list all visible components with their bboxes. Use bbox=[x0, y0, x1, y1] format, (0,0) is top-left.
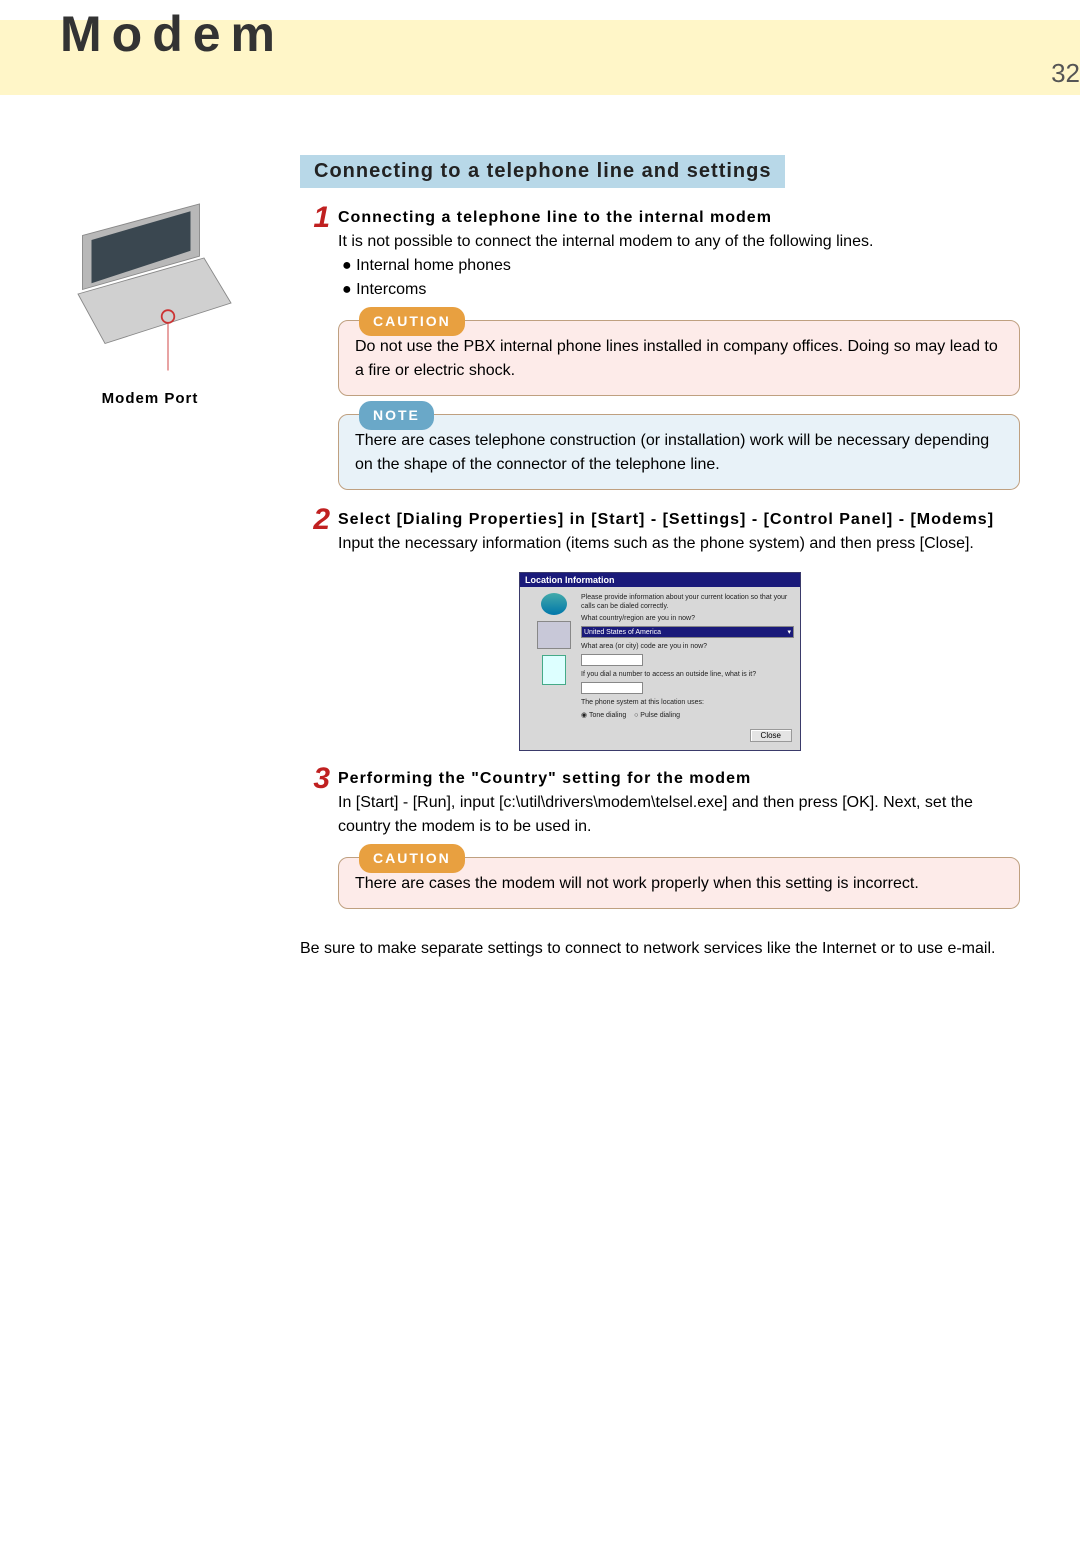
tone-dialing-radio[interactable]: ◉ Tone dialing bbox=[581, 712, 626, 719]
content-area: Modem Port Connecting to a telephone lin… bbox=[0, 155, 1080, 961]
main-column: Connecting to a telephone line and setti… bbox=[300, 155, 1080, 961]
dialog-q-country: What country/region are you in now? bbox=[581, 614, 794, 623]
caution-text: Do not use the PBX internal phone lines … bbox=[355, 338, 998, 379]
chevron-down-icon: ▾ bbox=[787, 628, 791, 636]
note-box: NOTE There are cases telephone construct… bbox=[338, 414, 1020, 490]
caution-label: CAUTION bbox=[359, 307, 465, 336]
dialog-form: Please provide information about your cu… bbox=[581, 593, 794, 719]
figure-column: Modem Port bbox=[0, 155, 300, 961]
header-bar: Modem 32 bbox=[0, 20, 1080, 95]
dialog-title-bar: Location Information bbox=[520, 573, 800, 587]
outside-line-input[interactable] bbox=[581, 682, 643, 694]
dialog-q-areacode: What area (or city) code are you in now? bbox=[581, 642, 794, 651]
step-body: Connecting a telephone line to the inter… bbox=[338, 206, 1020, 302]
country-select[interactable]: United States of America ▾ bbox=[581, 626, 794, 638]
step-title: Select [Dialing Properties] in [Start] -… bbox=[338, 508, 1020, 532]
dialog-footer: Close bbox=[520, 725, 800, 750]
step-2: 2 Select [Dialing Properties] in [Start]… bbox=[300, 508, 1020, 556]
figure-caption: Modem Port bbox=[60, 390, 240, 407]
close-button[interactable]: Close bbox=[750, 729, 792, 742]
computer-icon bbox=[537, 621, 571, 649]
closing-paragraph: Be sure to make separate settings to con… bbox=[300, 937, 1020, 961]
caution-label: CAUTION bbox=[359, 844, 465, 873]
step-body: Select [Dialing Properties] in [Start] -… bbox=[338, 508, 1020, 556]
area-code-input[interactable] bbox=[581, 654, 643, 666]
step-number: 1 bbox=[300, 206, 338, 302]
dialog-instructions: Please provide information about your cu… bbox=[581, 593, 794, 611]
dialog-body: Please provide information about your cu… bbox=[520, 587, 800, 725]
page-title: Modem bbox=[60, 5, 285, 63]
step-title: Connecting a telephone line to the inter… bbox=[338, 206, 1020, 230]
step-3: 3 Performing the "Country" setting for t… bbox=[300, 767, 1020, 839]
globe-icon bbox=[541, 593, 567, 615]
caution-text: There are cases the modem will not work … bbox=[355, 875, 919, 892]
section-heading: Connecting to a telephone line and setti… bbox=[300, 155, 785, 188]
page-number: 32 bbox=[1051, 58, 1080, 89]
bullet-item: ● Intercoms bbox=[342, 278, 1020, 302]
country-select-value: United States of America bbox=[584, 629, 661, 636]
laptop-illustration bbox=[60, 195, 240, 375]
manual-page: Modem 32 Modem Port Connecting to a tele… bbox=[0, 20, 1080, 1548]
step-intro: It is not possible to connect the intern… bbox=[338, 230, 1020, 254]
bullet-item: ● Internal home phones bbox=[342, 254, 1020, 278]
pulse-dialing-radio[interactable]: ○ Pulse dialing bbox=[634, 712, 680, 719]
dialog-q-outside-line: If you dial a number to access an outsid… bbox=[581, 670, 794, 679]
step-title: Performing the "Country" setting for the… bbox=[338, 767, 1020, 791]
note-label: NOTE bbox=[359, 401, 434, 430]
step-body: Performing the "Country" setting for the… bbox=[338, 767, 1020, 839]
caution-box: CAUTION There are cases the modem will n… bbox=[338, 857, 1020, 909]
dialog-location-information: Location Information Please provide info… bbox=[519, 572, 801, 751]
step-number: 3 bbox=[300, 767, 338, 839]
note-text: There are cases telephone construction (… bbox=[355, 432, 989, 473]
dialog-icon-column bbox=[526, 593, 581, 719]
step-text: Input the necessary information (items s… bbox=[338, 532, 1020, 556]
dialing-radio-group: ◉ Tone dialing ○ Pulse dialing bbox=[581, 711, 794, 719]
step-number: 2 bbox=[300, 508, 338, 556]
dialog-radio-label: The phone system at this location uses: bbox=[581, 698, 794, 707]
step-1: 1 Connecting a telephone line to the int… bbox=[300, 206, 1020, 302]
phone-icon bbox=[542, 655, 566, 685]
step-text: In [Start] - [Run], input [c:\util\drive… bbox=[338, 791, 1020, 839]
caution-box: CAUTION Do not use the PBX internal phon… bbox=[338, 320, 1020, 396]
